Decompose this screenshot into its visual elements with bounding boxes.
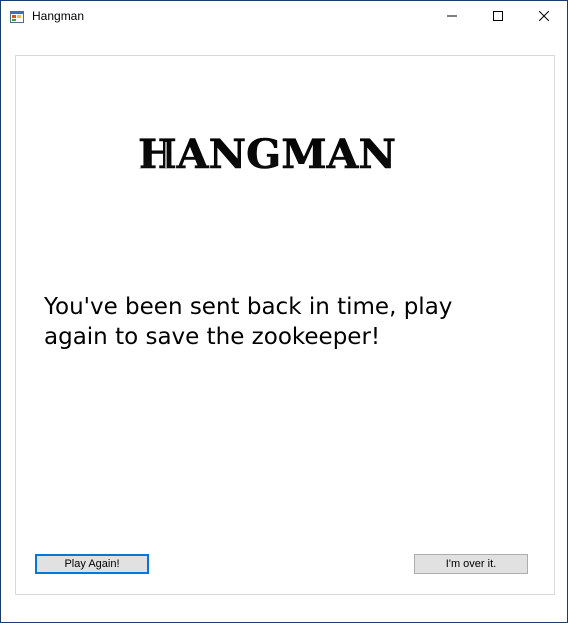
window-title: Hangman <box>32 9 85 23</box>
minimize-icon <box>447 11 457 21</box>
title-bar[interactable]: Hangman <box>1 1 567 31</box>
close-button[interactable] <box>521 1 567 31</box>
main-panel: HANGMAN You've been sent back in time, p… <box>15 55 555 595</box>
maximize-button[interactable] <box>475 1 521 31</box>
logo-text: HANGMAN <box>138 134 396 172</box>
quit-button[interactable]: I'm over it. <box>414 554 528 574</box>
minimize-button[interactable] <box>429 1 475 31</box>
close-icon <box>539 11 549 21</box>
maximize-icon <box>493 11 503 21</box>
app-window: Hangman HANGMAN You've been sent back in… <box>0 0 568 623</box>
app-icon <box>10 9 24 23</box>
game-message: You've been sent back in time, play agai… <box>44 294 453 350</box>
hangman-logo: HANGMAN <box>136 131 398 179</box>
play-again-button[interactable]: Play Again! <box>35 554 149 574</box>
